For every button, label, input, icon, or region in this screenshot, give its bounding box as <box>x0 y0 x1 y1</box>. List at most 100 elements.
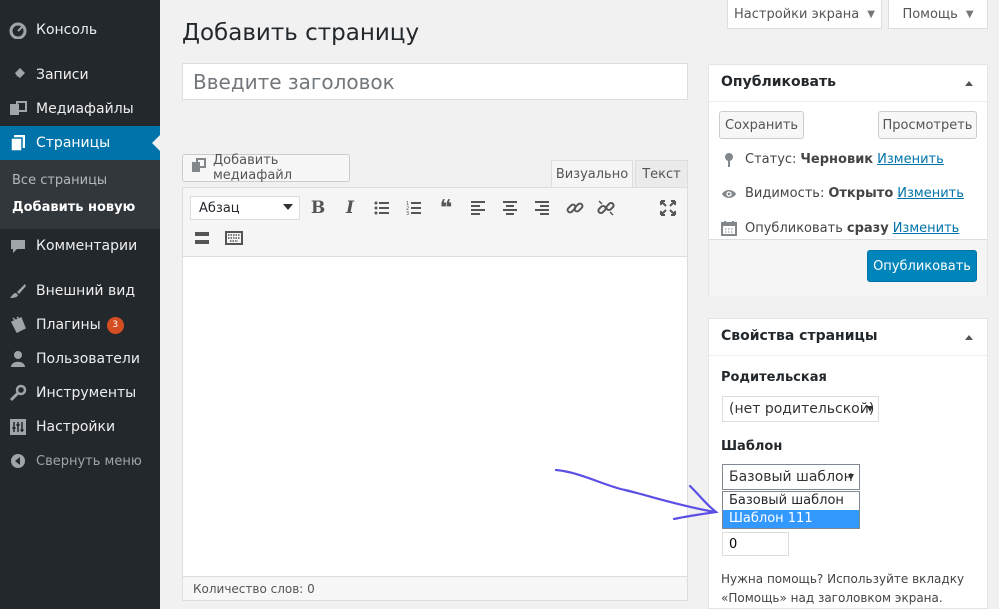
format-value: Абзац <box>199 200 240 216</box>
dashboard-icon <box>8 20 28 40</box>
tools-icon <box>8 383 28 403</box>
menu-label: Плагины <box>36 317 101 333</box>
collapse-arrow-icon <box>8 451 28 471</box>
submenu-add-new[interactable]: Добавить новую <box>12 200 135 215</box>
pin-icon <box>8 65 28 85</box>
help-label: Помощь <box>902 6 958 22</box>
align-right-button[interactable] <box>530 196 554 220</box>
collapse-menu-button[interactable]: Свернуть меню <box>0 444 160 478</box>
template-select[interactable]: Базовый шаблон <box>722 464 860 490</box>
menu-label: Настройки <box>36 419 116 435</box>
word-count: Количество слов: 0 <box>183 576 687 600</box>
order-input[interactable] <box>722 532 789 556</box>
menu-item-plugins[interactable]: Плагины 3 <box>0 308 160 342</box>
unlink-button[interactable] <box>594 196 618 220</box>
edit-status-link[interactable]: Изменить <box>877 152 944 167</box>
title-input[interactable] <box>182 63 688 100</box>
bold-button[interactable]: B <box>306 196 330 220</box>
template-option-highlighted[interactable]: Шаблон 111 <box>723 510 859 528</box>
align-center-icon <box>503 201 517 215</box>
preview-button[interactable]: Просмотреть <box>878 111 977 139</box>
menu-item-settings[interactable]: Настройки <box>0 410 160 444</box>
bullet-list-icon <box>374 201 389 215</box>
status-row: Статус: Черновик Изменить <box>721 152 944 167</box>
visibility-label: Видимость: <box>745 186 825 201</box>
edit-visibility-link[interactable]: Изменить <box>897 186 964 201</box>
publish-actions: Опубликовать <box>709 239 987 296</box>
status-label: Статус: <box>745 152 797 167</box>
media-icon <box>8 99 28 119</box>
insert-more-button[interactable] <box>190 226 214 250</box>
numbered-list-icon: 123 <box>406 201 421 216</box>
schedule-label: Опубликовать <box>745 220 843 236</box>
annotation-arrow-icon <box>554 468 719 521</box>
italic-icon: I <box>346 198 354 218</box>
visibility-value: Открыто <box>828 186 894 201</box>
fullscreen-icon <box>660 200 676 216</box>
status-value: Черновик <box>800 152 874 167</box>
menu-item-pages[interactable]: Страницы <box>0 126 160 160</box>
comments-icon <box>8 236 28 256</box>
menu-item-media[interactable]: Медиафайлы <box>0 92 160 126</box>
svg-text:3: 3 <box>406 211 409 216</box>
add-media-label: Добавить медиафайл <box>213 153 293 183</box>
save-draft-button[interactable]: Сохранить <box>719 111 804 139</box>
menu-item-tools[interactable]: Инструменты <box>0 376 160 410</box>
collapse-toggle-icon[interactable] <box>965 335 973 340</box>
parent-select[interactable]: (нет родительской) <box>722 396 879 422</box>
help-button[interactable]: Помощь ▼ <box>888 0 988 29</box>
publish-box-title: Опубликовать <box>721 74 836 90</box>
caret-down-icon <box>867 406 873 412</box>
keyboard-icon <box>225 231 243 245</box>
menu-item-comments[interactable]: Комментарии <box>0 229 160 263</box>
menu-label: Страницы <box>36 135 111 151</box>
menu-label: Комментарии <box>36 238 138 254</box>
parent-value: (нет родительской) <box>729 401 875 417</box>
read-more-icon <box>195 232 209 244</box>
menu-label: Медиафайлы <box>36 101 134 117</box>
tab-text[interactable]: Текст <box>635 160 688 188</box>
menu-label: Инструменты <box>36 385 137 401</box>
parent-label: Родительская <box>721 370 827 385</box>
distraction-free-button[interactable] <box>656 196 680 220</box>
publish-box-header[interactable]: Опубликовать <box>709 65 987 102</box>
menu-label: Пользователи <box>36 351 140 367</box>
menu-label: Консоль <box>36 22 98 38</box>
submenu-all-pages[interactable]: Все страницы <box>12 173 107 188</box>
settings-icon <box>8 417 28 437</box>
screen-options-button[interactable]: Настройки экрана ▼ <box>727 0 882 29</box>
tab-visual[interactable]: Визуально <box>551 160 633 188</box>
format-select[interactable]: Абзац <box>190 196 300 220</box>
menu-label: Внешний вид <box>36 283 136 299</box>
blockquote-button[interactable]: ❝ <box>434 196 458 221</box>
template-value: Базовый шаблон <box>729 469 853 485</box>
calendar-icon <box>721 220 737 236</box>
toolbar-toggle-button[interactable] <box>222 226 246 250</box>
insert-link-button[interactable] <box>563 196 587 220</box>
link-icon <box>566 202 584 214</box>
admin-sidebar: Консоль Записи Медиафайлы Страницы Все с… <box>0 0 160 609</box>
content-editor[interactable]: Абзац B I 123 ❝ Количество слов: 0 <box>182 187 688 601</box>
menu-item-appearance[interactable]: Внешний вид <box>0 274 160 308</box>
editor-toolbar: Абзац B I 123 ❝ <box>183 188 687 257</box>
publish-button[interactable]: Опубликовать <box>867 250 977 282</box>
bullet-list-button[interactable] <box>370 196 394 220</box>
help-text: Нужна помощь? Используйте вкладку «Помощ… <box>721 572 965 605</box>
align-center-button[interactable] <box>498 196 522 220</box>
caret-down-icon <box>283 204 293 210</box>
publish-box: Опубликовать Сохранить Просмотреть Стату… <box>708 64 988 296</box>
menu-item-posts[interactable]: Записи <box>0 58 160 92</box>
italic-button[interactable]: I <box>338 196 362 220</box>
numbered-list-button[interactable]: 123 <box>402 196 426 220</box>
update-count-badge: 3 <box>106 316 124 334</box>
template-option[interactable]: Базовый шаблон <box>723 492 859 510</box>
add-media-button[interactable]: Добавить медиафайл <box>182 153 350 183</box>
page-attributes-header[interactable]: Свойства страницы <box>709 319 987 356</box>
menu-item-users[interactable]: Пользователи <box>0 342 160 376</box>
collapse-toggle-icon[interactable] <box>965 81 973 86</box>
screen-options-label: Настройки экрана <box>734 6 860 22</box>
edit-schedule-link[interactable]: Изменить <box>893 221 960 236</box>
menu-item-dashboard[interactable]: Консоль <box>0 13 160 47</box>
align-left-button[interactable] <box>466 196 490 220</box>
schedule-row: Опубликовать сразу Изменить <box>721 220 959 236</box>
